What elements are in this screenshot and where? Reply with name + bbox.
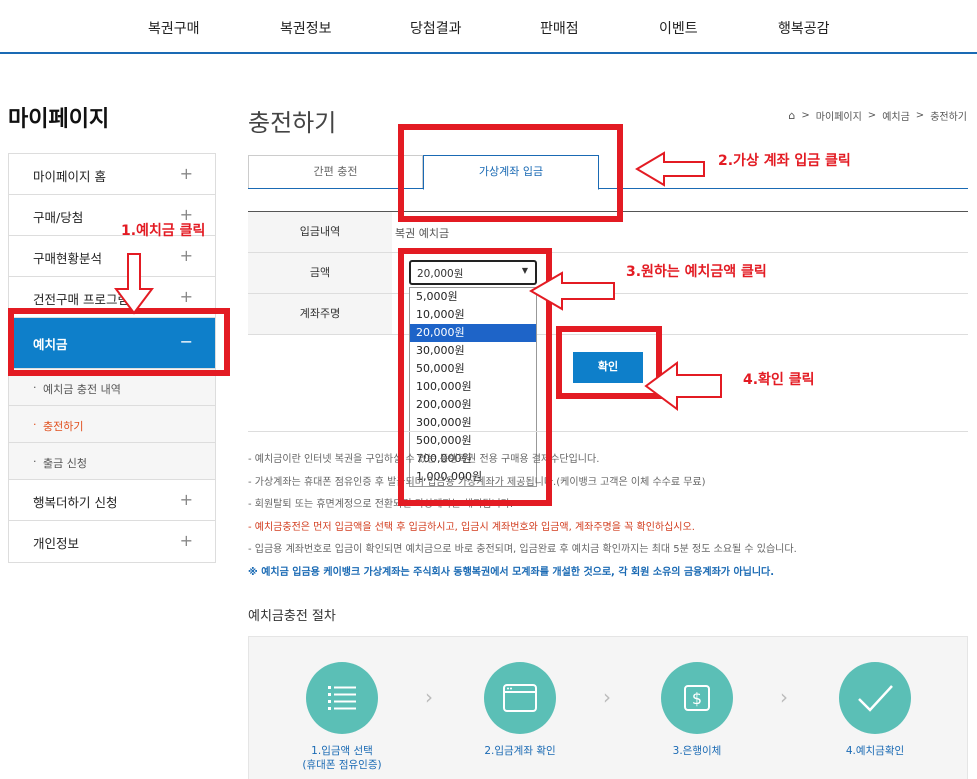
procedure-title: 예치금충전 절차	[248, 609, 336, 624]
deposit-value: 복권 예치금	[395, 227, 450, 240]
svg-text:$: $	[692, 689, 702, 708]
sidebar-subitem-label: 예치금 충전 내역	[43, 383, 121, 396]
notice-item: - 회원탈퇴 또는 휴면계정으로 전환되면 가상계좌는 해지됩니다.	[248, 499, 514, 510]
step-4: 4.예치금확인	[825, 662, 925, 758]
nav-events[interactable]: 이벤트	[659, 18, 698, 38]
money-icon: $	[661, 662, 733, 734]
annotation-step-2: 2.가상 계좌 입금 클릭	[718, 153, 851, 169]
sidebar-item-label: 행복더하기 신청	[33, 495, 118, 510]
step-label: 1.입금액 선택 (휴대폰 점유인증)	[292, 744, 392, 772]
arrow-left-icon	[529, 271, 615, 311]
plus-icon: +	[179, 531, 193, 550]
step-1-sublabel: (휴대폰 점유인증)	[302, 759, 382, 771]
step-label: 2.입금계좌 확인	[484, 745, 556, 757]
nav-happiness[interactable]: 행복공감	[778, 18, 830, 38]
step-1: 1.입금액 선택 (휴대폰 점유인증)	[292, 662, 392, 772]
chevron-right-icon: ›	[425, 685, 433, 709]
annotation-box-virtual-tab	[398, 124, 623, 222]
breadcrumb-charge: 충전하기	[930, 112, 967, 123]
arrow-left-icon	[644, 361, 722, 411]
amount-label: 금액	[248, 253, 392, 293]
chevron-right-icon: ›	[603, 685, 611, 709]
breadcrumb-mypage[interactable]: 마이페이지	[816, 108, 862, 123]
breadcrumb-separator: >	[867, 110, 877, 121]
annotation-box-deposit	[8, 308, 230, 376]
step-3: $ 3.은행이체	[647, 662, 747, 758]
sidebar-subitem-label: 출금 신청	[43, 457, 87, 470]
nav-lottery-info[interactable]: 복권정보	[280, 18, 332, 38]
sidebar-item-label: 구매현황분석	[33, 251, 103, 266]
plus-icon: +	[179, 490, 193, 509]
account-holder-label: 계좌주명	[248, 294, 392, 334]
check-icon	[839, 662, 911, 734]
notice-list: - 예치금이란 인터넷 복권을 구입하실 수 있는 동행복권 전용 구매용 결제…	[248, 453, 968, 588]
step-label: 4.예치금확인	[845, 745, 905, 757]
sidebar-item-purchase-analysis[interactable]: 구매현황분석 +	[9, 236, 215, 277]
plus-icon: +	[179, 287, 193, 306]
notice-item: - 가상계좌는 휴대폰 점유인증 후 발급되며 입금용 가상계좌가 제공됩니다.…	[248, 476, 706, 488]
sidebar-item-label: 구매/당첨	[33, 210, 84, 225]
sidebar-item-label: 개인정보	[33, 536, 80, 551]
annotation-step-1: 1.예치금 클릭	[121, 223, 206, 239]
notice-item-highlight: - 예치금충전은 먼저 입금액을 선택 후 입금하시고, 입금시 계좌번호와 입…	[248, 521, 695, 533]
breadcrumb: ⌂ > 마이페이지 > 예치금 > 충전하기	[788, 108, 967, 123]
sidebar-subitem-label: 충전하기	[43, 420, 84, 433]
arrow-down-icon	[114, 253, 154, 315]
notice-item: - 예치금이란 인터넷 복권을 구입하실 수 있는 동행복권 전용 구매용 결제…	[248, 454, 600, 465]
sidebar-item-personal-info[interactable]: 개인정보 +	[9, 521, 215, 562]
bullet-icon: ·	[33, 418, 37, 431]
sidebar-item-happiness-plus[interactable]: 행복더하기 신청 +	[9, 480, 215, 521]
annotation-step-4: 4.확인 클릭	[743, 372, 815, 388]
annotation-step-3: 3.원하는 예치금액 클릭	[626, 264, 767, 280]
procedure-box: 1.입금액 선택 (휴대폰 점유인증) › 2.입금계좌 확인 › $ 3.은행이…	[248, 636, 968, 779]
notice-item-important: ※ 예치금 입금용 케이뱅크 가상계좌는 주식회사 동행복권에서 모계좌를 개설…	[248, 566, 775, 578]
plus-icon: +	[179, 164, 193, 183]
page-title: 충전하기	[248, 109, 337, 137]
annotation-box-dropdown	[398, 248, 552, 506]
step-2: 2.입금계좌 확인	[470, 662, 570, 758]
sidebar-title: 마이페이지	[8, 107, 110, 132]
step-1-label: 1.입금액 선택	[311, 745, 373, 757]
divider	[248, 431, 968, 432]
bullet-icon: ·	[33, 455, 37, 468]
arrow-left-icon	[635, 151, 705, 187]
breadcrumb-separator: >	[915, 110, 925, 121]
window-icon	[484, 662, 556, 734]
nav-stores[interactable]: 판매점	[540, 18, 579, 38]
sidebar-subitem-withdraw[interactable]: · 출금 신청	[9, 443, 215, 480]
nav-buy-lottery[interactable]: 복권구매	[148, 18, 200, 38]
home-icon[interactable]: ⌂	[788, 109, 795, 122]
deposit-label: 입금내역	[248, 212, 392, 252]
nav-results[interactable]: 당첨결과	[410, 18, 462, 38]
bullet-icon: ·	[33, 381, 37, 394]
notice-item: - 입금용 계좌번호로 입금이 확인되면 예치금으로 바로 충전되며, 입금완료…	[248, 544, 797, 555]
breadcrumb-separator: >	[801, 110, 810, 121]
list-icon	[306, 662, 378, 734]
chevron-right-icon: ›	[780, 685, 788, 709]
plus-icon: +	[179, 246, 193, 265]
top-navigation: 복권구매 복권정보 당첨결과 판매점 이벤트 행복공감	[0, 0, 977, 54]
tab-easy-charge[interactable]: 간편 충전	[248, 155, 423, 188]
sidebar-subitem-charge[interactable]: · 충전하기	[9, 406, 215, 443]
sidebar-item-mypage-home[interactable]: 마이페이지 홈 +	[9, 154, 215, 195]
breadcrumb-deposit[interactable]: 예치금	[882, 108, 910, 123]
sidebar-item-label: 마이페이지 홈	[33, 169, 106, 184]
step-label: 3.은행이체	[672, 745, 722, 757]
